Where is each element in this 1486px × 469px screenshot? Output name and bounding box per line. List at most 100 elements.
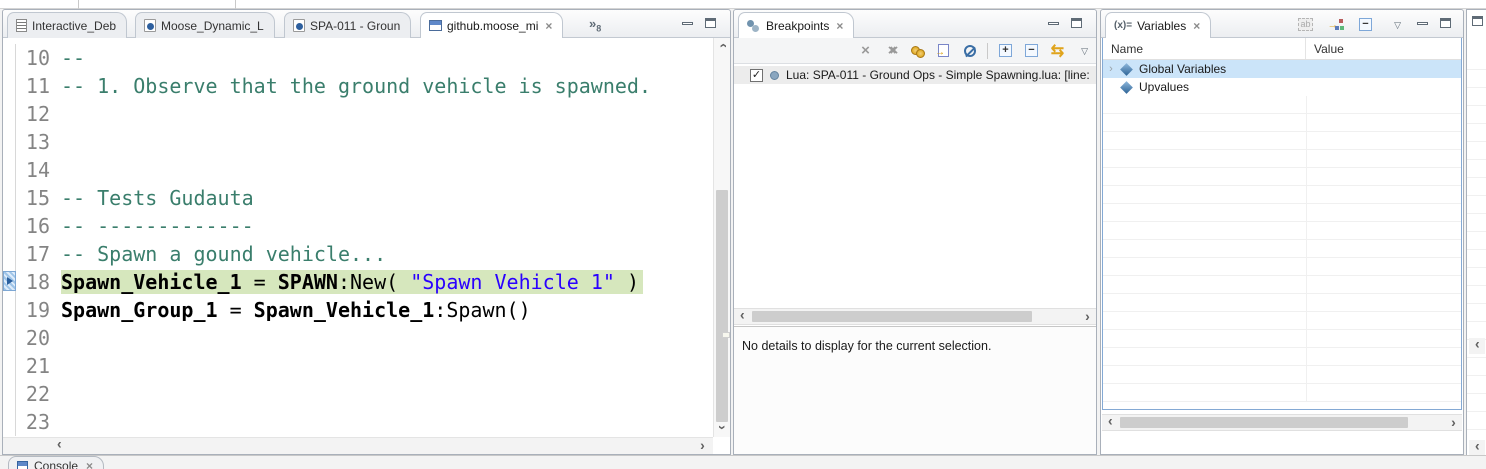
maximize-button[interactable] bbox=[1472, 16, 1483, 26]
scrollbar-thumb[interactable] bbox=[716, 190, 728, 422]
expand-all-icon[interactable]: + bbox=[997, 42, 1014, 59]
code-line-16[interactable]: 16-- ------------- bbox=[3, 212, 713, 240]
scroll-left-icon[interactable]: › bbox=[51, 438, 68, 455]
view-menu-icon[interactable]: ▽ bbox=[1394, 20, 1401, 31]
show-logical-structure-icon[interactable]: → bbox=[1327, 16, 1344, 33]
more-tabs-chevron[interactable]: »8 bbox=[589, 16, 601, 34]
annotation-gutter[interactable] bbox=[3, 100, 16, 128]
breakpoints-toolbar: × ×× → + − ⇆ ▽ bbox=[734, 38, 1096, 64]
empty-grid-row bbox=[1103, 384, 1461, 402]
code-segment-plain: = bbox=[218, 298, 254, 322]
scroll-right-icon[interactable]: › bbox=[1079, 309, 1096, 326]
annotation-gutter[interactable] bbox=[3, 352, 16, 380]
remove-all-breakpoints-icon[interactable]: ×× bbox=[883, 42, 900, 59]
close-icon[interactable]: × bbox=[86, 459, 93, 469]
scrollbar-thumb[interactable] bbox=[1120, 417, 1408, 428]
annotation-gutter[interactable] bbox=[3, 324, 16, 352]
maximize-button[interactable] bbox=[705, 18, 716, 28]
scroll-down-icon[interactable]: › bbox=[714, 420, 731, 437]
scroll-up-icon[interactable]: › bbox=[714, 38, 731, 55]
annotation-gutter[interactable] bbox=[3, 296, 16, 324]
annotation-gutter[interactable] bbox=[3, 128, 16, 156]
tab-github-moose-mi[interactable]: github.moose_mi× bbox=[420, 12, 563, 38]
variable-row-global-variables[interactable]: ›Global Variables bbox=[1103, 60, 1461, 78]
code-line-18[interactable]: 18Spawn_Vehicle_1 = SPAWN:New( "Spawn Ve… bbox=[3, 268, 713, 296]
variables-horizontal-scrollbar[interactable]: › › bbox=[1102, 414, 1462, 431]
tab-breakpoints[interactable]: Breakpoints × bbox=[738, 12, 854, 38]
code-segment-bold: Spawn_Vehicle_1 bbox=[254, 298, 435, 322]
empty-grid-row bbox=[1103, 204, 1461, 222]
scroll-right-icon[interactable]: › bbox=[1445, 415, 1462, 432]
line-number: 10 bbox=[16, 46, 52, 70]
column-header-name[interactable]: Name bbox=[1103, 38, 1306, 59]
code-line-13[interactable]: 13 bbox=[3, 128, 713, 156]
code-line-12[interactable]: 12 bbox=[3, 100, 713, 128]
console-icon bbox=[17, 461, 28, 469]
code-line-22[interactable]: 22 bbox=[3, 380, 713, 408]
skip-all-breakpoints-icon[interactable] bbox=[961, 42, 978, 59]
expand-chevron-icon[interactable]: › bbox=[1103, 63, 1119, 75]
maximize-button[interactable] bbox=[1071, 18, 1082, 28]
code-line-20[interactable]: 20 bbox=[3, 324, 713, 352]
minimize-button[interactable] bbox=[1048, 22, 1059, 25]
annotation-gutter[interactable] bbox=[3, 212, 16, 240]
scroll-left-icon[interactable]: › bbox=[1469, 338, 1485, 354]
annotation-gutter[interactable] bbox=[3, 240, 16, 268]
show-type-names-icon[interactable]: ab bbox=[1297, 16, 1314, 33]
sash-handle[interactable] bbox=[722, 332, 730, 338]
view-menu-icon[interactable]: ▽ bbox=[1081, 46, 1088, 57]
breakpoint-enabled-checkbox[interactable]: ✓ bbox=[750, 69, 763, 82]
annotation-gutter[interactable] bbox=[3, 408, 16, 436]
close-icon[interactable]: × bbox=[545, 19, 552, 33]
annotation-gutter[interactable] bbox=[3, 72, 16, 100]
close-icon[interactable]: × bbox=[836, 19, 843, 33]
annotation-gutter[interactable] bbox=[3, 380, 16, 408]
code-line-15[interactable]: 15-- Tests Gudauta bbox=[3, 184, 713, 212]
tab-variables[interactable]: (x)= Variables × bbox=[1105, 12, 1211, 38]
scroll-right-icon[interactable]: › bbox=[694, 438, 711, 455]
code-line-17[interactable]: 17-- Spawn a gound vehicle... bbox=[3, 240, 713, 268]
editor-vertical-scrollbar[interactable]: › › bbox=[713, 38, 730, 437]
code-line-10[interactable]: 10-- bbox=[3, 44, 713, 72]
tab-label: Console bbox=[34, 459, 78, 469]
code-line-14[interactable]: 14 bbox=[3, 156, 713, 184]
collapse-all-icon[interactable]: − bbox=[1357, 16, 1374, 33]
scrollbar-thumb[interactable] bbox=[752, 311, 1032, 322]
code-line-21[interactable]: 21 bbox=[3, 352, 713, 380]
minimize-button[interactable] bbox=[682, 22, 693, 25]
annotation-gutter[interactable] bbox=[3, 268, 16, 296]
column-header-value[interactable]: Value bbox=[1306, 42, 1344, 56]
collapse-all-icon[interactable]: − bbox=[1023, 42, 1040, 59]
variables-table[interactable]: Name Value ›Global VariablesUpvalues bbox=[1102, 38, 1462, 410]
code-line-19[interactable]: 19Spawn_Group_1 = Spawn_Vehicle_1:Spawn(… bbox=[3, 296, 713, 324]
code-editor[interactable]: 10--11-- 1. Observe that the ground vehi… bbox=[3, 38, 713, 437]
go-to-file-icon[interactable]: → bbox=[935, 42, 952, 59]
close-icon[interactable]: × bbox=[1193, 19, 1200, 33]
annotation-gutter[interactable] bbox=[3, 184, 16, 212]
code-segment-bold: SPAWN bbox=[278, 270, 338, 294]
annotation-gutter[interactable] bbox=[3, 156, 16, 184]
maximize-button[interactable] bbox=[1440, 18, 1451, 28]
breakpoint-list-item[interactable]: ✓Lua: SPA-011 - Ground Ops - Simple Spaw… bbox=[734, 66, 1096, 84]
scroll-left-icon[interactable]: › bbox=[1469, 440, 1485, 456]
breakpoints-horizontal-scrollbar[interactable]: › › bbox=[734, 308, 1096, 325]
tab-spa-011-groun[interactable]: SPA-011 - Groun bbox=[284, 12, 411, 38]
tab-moose-dynamic-l[interactable]: Moose_Dynamic_L bbox=[135, 12, 275, 38]
code-segment-bold: Spawn_Group_1 bbox=[61, 298, 218, 322]
code-line-11[interactable]: 11-- 1. Observe that the ground vehicle … bbox=[3, 72, 713, 100]
show-supported-breakpoints-icon[interactable] bbox=[909, 42, 926, 59]
breakpoints-list[interactable]: ✓Lua: SPA-011 - Ground Ops - Simple Spaw… bbox=[734, 64, 1096, 308]
annotation-gutter[interactable] bbox=[3, 44, 16, 72]
link-with-debug-icon[interactable]: ⇆ bbox=[1049, 42, 1066, 59]
scroll-left-icon[interactable]: › bbox=[734, 309, 751, 326]
eclipse-ide-window: Interactive_Deb Moose_Dynamic_L SPA-011 - … bbox=[0, 0, 1486, 469]
tab-interactive-deb[interactable]: Interactive_Deb bbox=[7, 12, 127, 38]
minimize-button[interactable] bbox=[1417, 22, 1428, 25]
editor-horizontal-scrollbar[interactable]: › › bbox=[3, 437, 713, 454]
remove-breakpoint-icon[interactable]: × bbox=[857, 42, 874, 59]
clipped-grid-row bbox=[1467, 376, 1486, 394]
tab-console[interactable]: Console × bbox=[8, 456, 104, 469]
code-line-23[interactable]: 23 bbox=[3, 408, 713, 436]
variable-row-upvalues[interactable]: Upvalues bbox=[1103, 78, 1461, 96]
scroll-left-icon[interactable]: › bbox=[1102, 415, 1119, 432]
